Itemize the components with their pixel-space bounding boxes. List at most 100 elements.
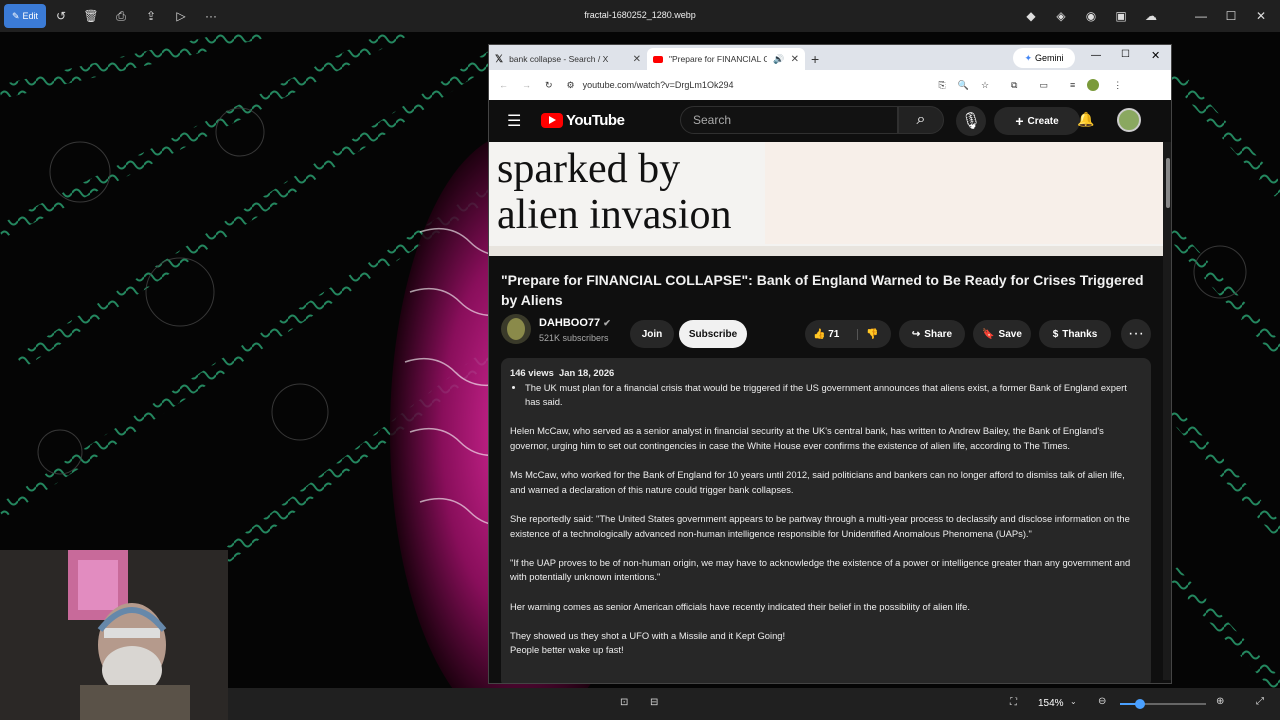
extensions-icon[interactable]: ⧉ [1011, 80, 1017, 91]
channel-name[interactable]: DAHBOO77 [539, 317, 600, 329]
account-avatar[interactable] [1117, 108, 1141, 132]
maximize-icon[interactable]: ☐ [1218, 4, 1244, 28]
close-tab-icon[interactable]: ✕ [791, 54, 799, 65]
window-minimize-icon[interactable]: — [1091, 50, 1101, 61]
video-description[interactable]: 146 views Jan 18, 2026 The UK must plan … [501, 358, 1151, 683]
edit-label: Edit [22, 11, 39, 21]
site-info-icon[interactable]: ⚙ [567, 80, 575, 91]
onedrive-icon[interactable]: ☁ [1138, 4, 1164, 28]
gemini-label: Gemini [1035, 53, 1064, 63]
share-label: Share [924, 328, 953, 340]
video-title: "Prepare for FINANCIAL COLLAPSE": Bank o… [501, 272, 1144, 308]
video-player[interactable]: sparked by alien invasion [489, 142, 1163, 256]
create-button[interactable]: + Create [994, 107, 1080, 135]
close-tab-icon[interactable]: ✕ [633, 54, 641, 65]
browser-menu-icon[interactable]: ⋮ [1113, 80, 1122, 91]
voice-search-button[interactable]: 🎙 [956, 106, 986, 136]
profile-avatar[interactable] [1087, 79, 1100, 91]
search-button[interactable]: ⌕ [898, 106, 944, 134]
filmstrip-icon[interactable]: ⊡ [620, 697, 628, 708]
dislike-button[interactable]: 👎 [857, 328, 879, 340]
designer-icon[interactable]: ◈ [1048, 4, 1074, 28]
more-actions-button[interactable]: ··· [1121, 319, 1151, 349]
install-app-icon[interactable]: ⎘ [939, 80, 946, 91]
tab-youtube[interactable]: "Prepare for FINANCIAL CO 🔊 ✕ [647, 48, 805, 70]
fullscreen-icon[interactable]: ⤢ [1256, 696, 1264, 707]
youtube-play-icon [541, 113, 563, 128]
undo-icon[interactable]: ↺ [46, 4, 76, 28]
page-scrollbar[interactable] [1163, 142, 1171, 680]
reload-icon[interactable]: ↻ [545, 80, 553, 91]
more-dots-icon: ··· [1128, 325, 1144, 342]
video-frame-headline: sparked by alien invasion [497, 146, 731, 238]
zoom-icon[interactable]: 🔍 [958, 80, 969, 91]
join-button[interactable]: Join [630, 320, 674, 348]
channel-avatar[interactable] [501, 314, 531, 344]
tab-label: bank collapse - Search / X [509, 54, 609, 64]
webcam-overlay [0, 550, 228, 720]
notifications-bell-icon[interactable]: 🔔 [1077, 111, 1094, 128]
tab-x-search[interactable]: 𝕏 bank collapse - Search / X ✕ [489, 48, 647, 70]
save-button[interactable]: 🔖 Save [973, 320, 1031, 348]
subscribe-button[interactable]: Subscribe [679, 320, 747, 348]
delete-icon[interactable]: 🗑 [76, 4, 106, 28]
media-controls-icon[interactable]: ≡ [1070, 80, 1075, 90]
zoom-level[interactable]: 154% [1038, 698, 1064, 709]
zoom-in-icon[interactable]: ⊕ [1216, 696, 1224, 707]
audio-playing-icon[interactable]: 🔊 [773, 54, 784, 65]
window-maximize-icon[interactable]: ☐ [1121, 49, 1130, 60]
edit-icon: ✎ [11, 10, 20, 21]
youtube-header: ☰ YouTube Search ⌕ 🎙 + Create 🔔 [489, 100, 1171, 142]
browser-window: 𝕏 bank collapse - Search / X ✕ "Prepare … [488, 44, 1172, 684]
address-toolbar: ← → ↻ ⚙ youtube.com/watch?v=DrgLm1Ok294 … [489, 70, 1171, 100]
save-label: Save [998, 328, 1022, 340]
sidebar-icon[interactable]: ▭ [1039, 80, 1048, 91]
search-input[interactable]: Search [680, 106, 898, 134]
description-paragraph: "If the UAP proves to be of non-human or… [510, 556, 1131, 583]
clipchamp-icon[interactable]: ◉ [1078, 4, 1104, 28]
copilot-icon[interactable]: ◆ [1018, 4, 1044, 28]
share-button[interactable]: ↪ Share [899, 320, 965, 348]
description-bullet: The UK must plan for a financial crisis … [525, 381, 1142, 410]
like-dislike-group: 👍 71 👎 [805, 320, 891, 348]
address-bar[interactable]: ⚙ youtube.com/watch?v=DrgLm1Ok294 [559, 74, 929, 96]
zoom-dropdown-icon[interactable]: ⌄ [1070, 697, 1077, 706]
bookmark-star-icon[interactable]: ☆ [981, 80, 989, 91]
scrollbar-thumb[interactable] [1166, 158, 1170, 208]
webcam-person-image [0, 550, 228, 720]
edit-button[interactable]: ✎ Edit [4, 4, 46, 28]
slideshow-icon[interactable]: ▷ [166, 4, 196, 28]
fit-icon[interactable]: ⛶ [1010, 697, 1017, 708]
photos-toolbar: ✎ Edit ↺ 🗑 ⎙ ⇪ ▷ ··· fractal-1680252_128… [0, 0, 1280, 32]
gemini-icon: ✦ [1024, 52, 1033, 63]
minimize-icon[interactable]: — [1188, 4, 1214, 28]
channel-name-row[interactable]: DAHBOO77 ✔ [539, 317, 611, 329]
upload-date: Jan 18, 2026 [559, 367, 615, 378]
close-icon[interactable]: ✕ [1248, 4, 1274, 28]
window-close-icon[interactable]: ✕ [1151, 49, 1160, 62]
search-icon: ⌕ [916, 111, 926, 128]
gemini-button[interactable]: ✦ Gemini [1013, 48, 1075, 68]
hamburger-menu-icon[interactable]: ☰ [507, 111, 521, 131]
thanks-button[interactable]: $ Thanks [1039, 320, 1111, 348]
zoom-out-icon[interactable]: ⊖ [1098, 696, 1106, 707]
url-text: youtube.com/watch?v=DrgLm1Ok294 [582, 80, 734, 90]
zoom-slider-handle[interactable] [1135, 699, 1145, 709]
description-bullets: The UK must plan for a financial crisis … [525, 381, 1142, 410]
more-options-icon[interactable]: ··· [196, 4, 226, 28]
youtube-logo[interactable]: YouTube [541, 112, 625, 129]
forward-icon[interactable]: → [522, 80, 531, 90]
back-icon[interactable]: ← [499, 80, 508, 90]
subscriber-count: 521K subscribers [539, 333, 609, 343]
new-tab-button[interactable]: + [805, 48, 825, 70]
info-icon[interactable]: ⊟ [650, 697, 658, 708]
view-count: 146 views [510, 367, 554, 378]
zoom-slider[interactable] [1120, 699, 1206, 709]
headline-line-1: sparked by [497, 146, 681, 192]
like-button[interactable]: 👍 71 [813, 329, 839, 340]
x-logo-icon: 𝕏 [495, 53, 504, 65]
edit-app-icon[interactable]: ▣ [1108, 4, 1134, 28]
print-icon[interactable]: ⎙ [106, 4, 136, 28]
share-icon[interactable]: ⇪ [136, 4, 166, 28]
headline-line-2: alien invasion [497, 192, 732, 238]
